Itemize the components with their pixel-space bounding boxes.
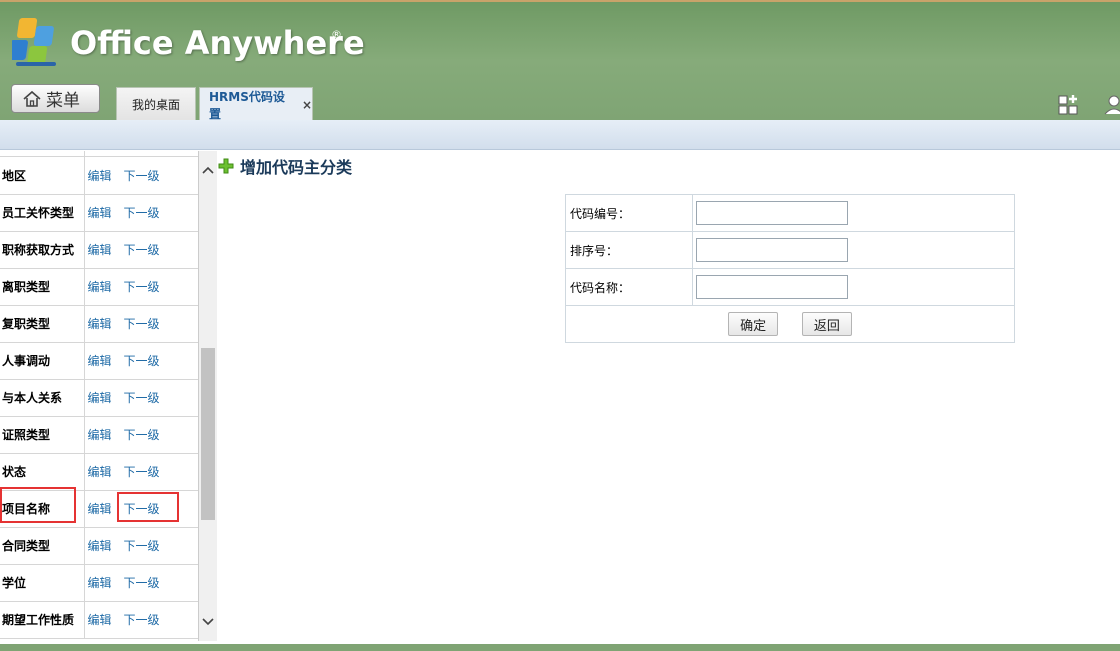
list-item: 期望工作性质 编辑 下一级: [0, 601, 198, 639]
tab-label: 我的桌面: [131, 98, 180, 112]
edit-link[interactable]: 编辑: [88, 391, 112, 405]
sort-number-label: 排序号：: [565, 231, 693, 269]
category-name: 期望工作性质: [0, 601, 85, 639]
sub-level-link[interactable]: 下一级: [124, 354, 160, 368]
sub-level-link[interactable]: 下一级: [124, 502, 160, 516]
sub-level-link[interactable]: 下一级: [124, 539, 160, 553]
edit-link[interactable]: 编辑: [88, 317, 112, 331]
code-name-label: 代码名称：: [565, 268, 693, 306]
edit-link[interactable]: 编辑: [88, 428, 112, 442]
list-item: 地区 编辑 下一级: [0, 157, 198, 195]
category-name: 地区: [0, 157, 85, 195]
list-item: 员工关怀类型 编辑 下一级: [0, 194, 198, 232]
confirm-button[interactable]: 确定: [728, 312, 779, 336]
form-buttons-row: 确定 返回: [565, 305, 1015, 343]
back-button[interactable]: 返回: [801, 312, 852, 336]
category-name: 员工关怀类型: [0, 194, 85, 232]
list-item: 人事调动 编辑 下一级: [0, 342, 198, 380]
edit-link[interactable]: 编辑: [88, 206, 112, 220]
form-row: 排序号：: [565, 231, 1015, 269]
category-name: 人事调动: [0, 342, 85, 380]
home-icon: [23, 90, 41, 107]
edit-link[interactable]: 编辑: [88, 502, 112, 516]
code-name-input[interactable]: [696, 275, 848, 299]
category-name: 项目名称: [0, 490, 85, 528]
category-name: 复职类型: [0, 305, 85, 343]
toolbar-strip: [0, 120, 1120, 150]
category-name: 与本人关系: [0, 379, 85, 417]
category-name: 离职类型: [0, 268, 85, 306]
list-item: 与本人关系 编辑 下一级: [0, 379, 198, 417]
registered-mark: ®: [331, 28, 342, 41]
edit-link[interactable]: 编辑: [88, 465, 112, 479]
edit-link[interactable]: 编辑: [88, 576, 112, 590]
list-item: 复职类型 编辑 下一级: [0, 305, 198, 343]
tab-hrms-code-settings[interactable]: HRMS代码设置 ×: [199, 87, 313, 121]
menu-button-label: 菜单: [46, 91, 80, 111]
category-name: 合同类型: [0, 527, 85, 565]
add-widget-icon[interactable]: [1057, 92, 1081, 116]
category-name: 学位: [0, 564, 85, 602]
menu-button[interactable]: 菜单: [11, 84, 100, 113]
scroll-up-icon[interactable]: [199, 161, 217, 179]
add-category-form: 代码编号： 排序号： 代码名称： 确定 返回: [565, 194, 1015, 343]
code-number-input[interactable]: [696, 201, 848, 225]
plus-icon: [218, 158, 234, 174]
sub-level-link[interactable]: 下一级: [124, 428, 160, 442]
vertical-scrollbar[interactable]: [199, 151, 217, 641]
tab-label: HRMS代码设置: [209, 89, 285, 121]
sub-level-link[interactable]: 下一级: [124, 465, 160, 479]
edit-link[interactable]: 编辑: [88, 613, 112, 627]
app-header: Office Anywhere ® 菜单 我的桌面 HRMS代码设置 ×: [0, 0, 1120, 121]
category-name: 证照类型: [0, 416, 85, 454]
edit-link[interactable]: 编辑: [88, 169, 112, 183]
list-item: 学位 编辑 下一级: [0, 564, 198, 602]
list-item: 职称获取方式 编辑 下一级: [0, 231, 198, 269]
edit-link[interactable]: 编辑: [88, 243, 112, 257]
sub-level-link[interactable]: 下一级: [124, 243, 160, 257]
sub-level-link[interactable]: 下一级: [124, 206, 160, 220]
sub-level-link[interactable]: 下一级: [124, 391, 160, 405]
list-item: 证照类型 编辑 下一级: [0, 416, 198, 454]
scroll-thumb[interactable]: [201, 348, 215, 520]
code-number-label: 代码编号：: [565, 194, 693, 232]
list-item: 状态 编辑 下一级: [0, 453, 198, 491]
footer-bar: [0, 644, 1120, 651]
form-row: 代码编号：: [565, 194, 1015, 232]
category-name: 职称获取方式: [0, 231, 85, 269]
sub-level-link[interactable]: 下一级: [124, 317, 160, 331]
code-category-list: 地区 编辑 下一级 员工关怀类型 编辑 下一级 职称获取方式 编辑 下一级 离职类型 编辑 下一级 复职…: [0, 151, 199, 641]
edit-link[interactable]: 编辑: [88, 354, 112, 368]
sub-level-link[interactable]: 下一级: [124, 576, 160, 590]
category-table: 地区 编辑 下一级 员工关怀类型 编辑 下一级 职称获取方式 编辑 下一级 离职类型 编辑 下一级 复职…: [0, 157, 198, 639]
sub-level-link[interactable]: 下一级: [124, 613, 160, 627]
office-anywhere-logo-icon: [12, 18, 56, 66]
user-online-icon[interactable]: [1102, 92, 1120, 116]
close-icon[interactable]: ×: [302, 98, 312, 112]
tab-my-desktop[interactable]: 我的桌面: [116, 87, 196, 121]
edit-link[interactable]: 编辑: [88, 280, 112, 294]
list-item: 离职类型 编辑 下一级: [0, 268, 198, 306]
form-row: 代码名称：: [565, 268, 1015, 306]
scroll-down-icon[interactable]: [199, 613, 217, 631]
category-name: 状态: [0, 453, 85, 491]
sort-number-input[interactable]: [696, 238, 848, 262]
sub-level-link[interactable]: 下一级: [124, 280, 160, 294]
form-heading: 增加代码主分类: [218, 154, 352, 178]
list-item: 合同类型 编辑 下一级: [0, 527, 198, 565]
list-item: 项目名称 编辑 下一级: [0, 490, 198, 528]
edit-link[interactable]: 编辑: [88, 539, 112, 553]
sub-level-link[interactable]: 下一级: [124, 169, 160, 183]
form-title: 增加代码主分类: [240, 158, 353, 177]
brand-title: Office Anywhere: [70, 24, 365, 62]
